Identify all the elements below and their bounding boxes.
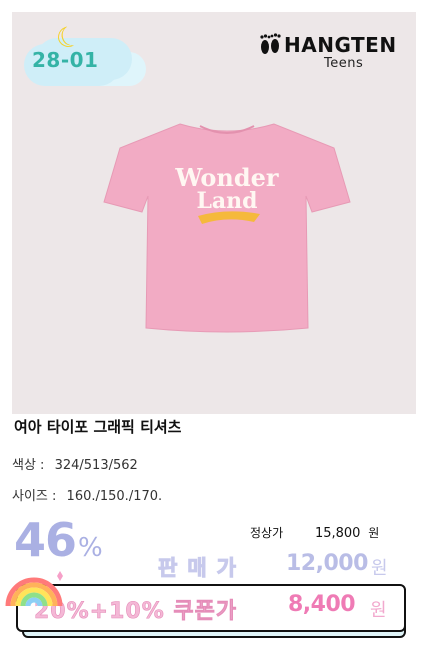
regular-price-label: 정상가 bbox=[250, 526, 284, 540]
color-row: 색상 : 324/513/562 bbox=[12, 454, 138, 473]
color-label: 색상 : bbox=[12, 458, 45, 473]
regular-price-unit: 원 bbox=[368, 526, 380, 540]
brand-name: HANGTEN bbox=[284, 33, 397, 57]
sale-price-row: 판매가 12,000 원 bbox=[156, 550, 396, 582]
product-card[interactable]: ☾ 28-01 HANGTEN Teens Wonder Land 여아 타이포… bbox=[0, 0, 430, 650]
discount-value: 46 bbox=[14, 513, 77, 567]
product-image[interactable]: ☾ 28-01 HANGTEN Teens Wonder Land bbox=[12, 12, 416, 414]
coupon-price-box[interactable]: 20%+10% 쿠폰가 8,400 원 bbox=[16, 584, 406, 638]
discount-unit: % bbox=[78, 533, 103, 563]
sale-price-value: 12,000 bbox=[286, 551, 368, 576]
tshirt-illustration: Wonder Land bbox=[103, 123, 351, 333]
size-row: 사이즈 : 160./150./170. bbox=[12, 485, 162, 504]
collection-badge: ☾ 28-01 bbox=[24, 18, 134, 88]
badge-code: 28-01 bbox=[32, 48, 99, 72]
size-label: 사이즈 : bbox=[12, 489, 57, 504]
product-title[interactable]: 여아 타이포 그래픽 티셔츠 bbox=[14, 416, 181, 437]
regular-price-row: 정상가 15,800 원 bbox=[250, 524, 400, 541]
color-value: 324/513/562 bbox=[54, 458, 138, 473]
coupon-price-unit: 원 bbox=[370, 600, 387, 621]
sale-price-label: 판매가 bbox=[158, 556, 246, 581]
shirt-print-line2: Land bbox=[196, 188, 257, 214]
brand-subline: Teens bbox=[324, 56, 364, 71]
sale-price-unit: 원 bbox=[371, 558, 388, 579]
footprint-icon bbox=[260, 33, 281, 54]
coupon-price-value: 8,400 bbox=[288, 592, 356, 617]
regular-price-value: 15,800 bbox=[314, 526, 361, 541]
coupon-box: 20%+10% 쿠폰가 8,400 원 bbox=[16, 584, 406, 632]
rainbow-icon bbox=[5, 571, 63, 607]
brand-logo: HANGTEN Teens bbox=[258, 32, 428, 78]
size-value: 160./150./170. bbox=[66, 489, 163, 504]
discount-rate: 46% bbox=[14, 510, 103, 570]
